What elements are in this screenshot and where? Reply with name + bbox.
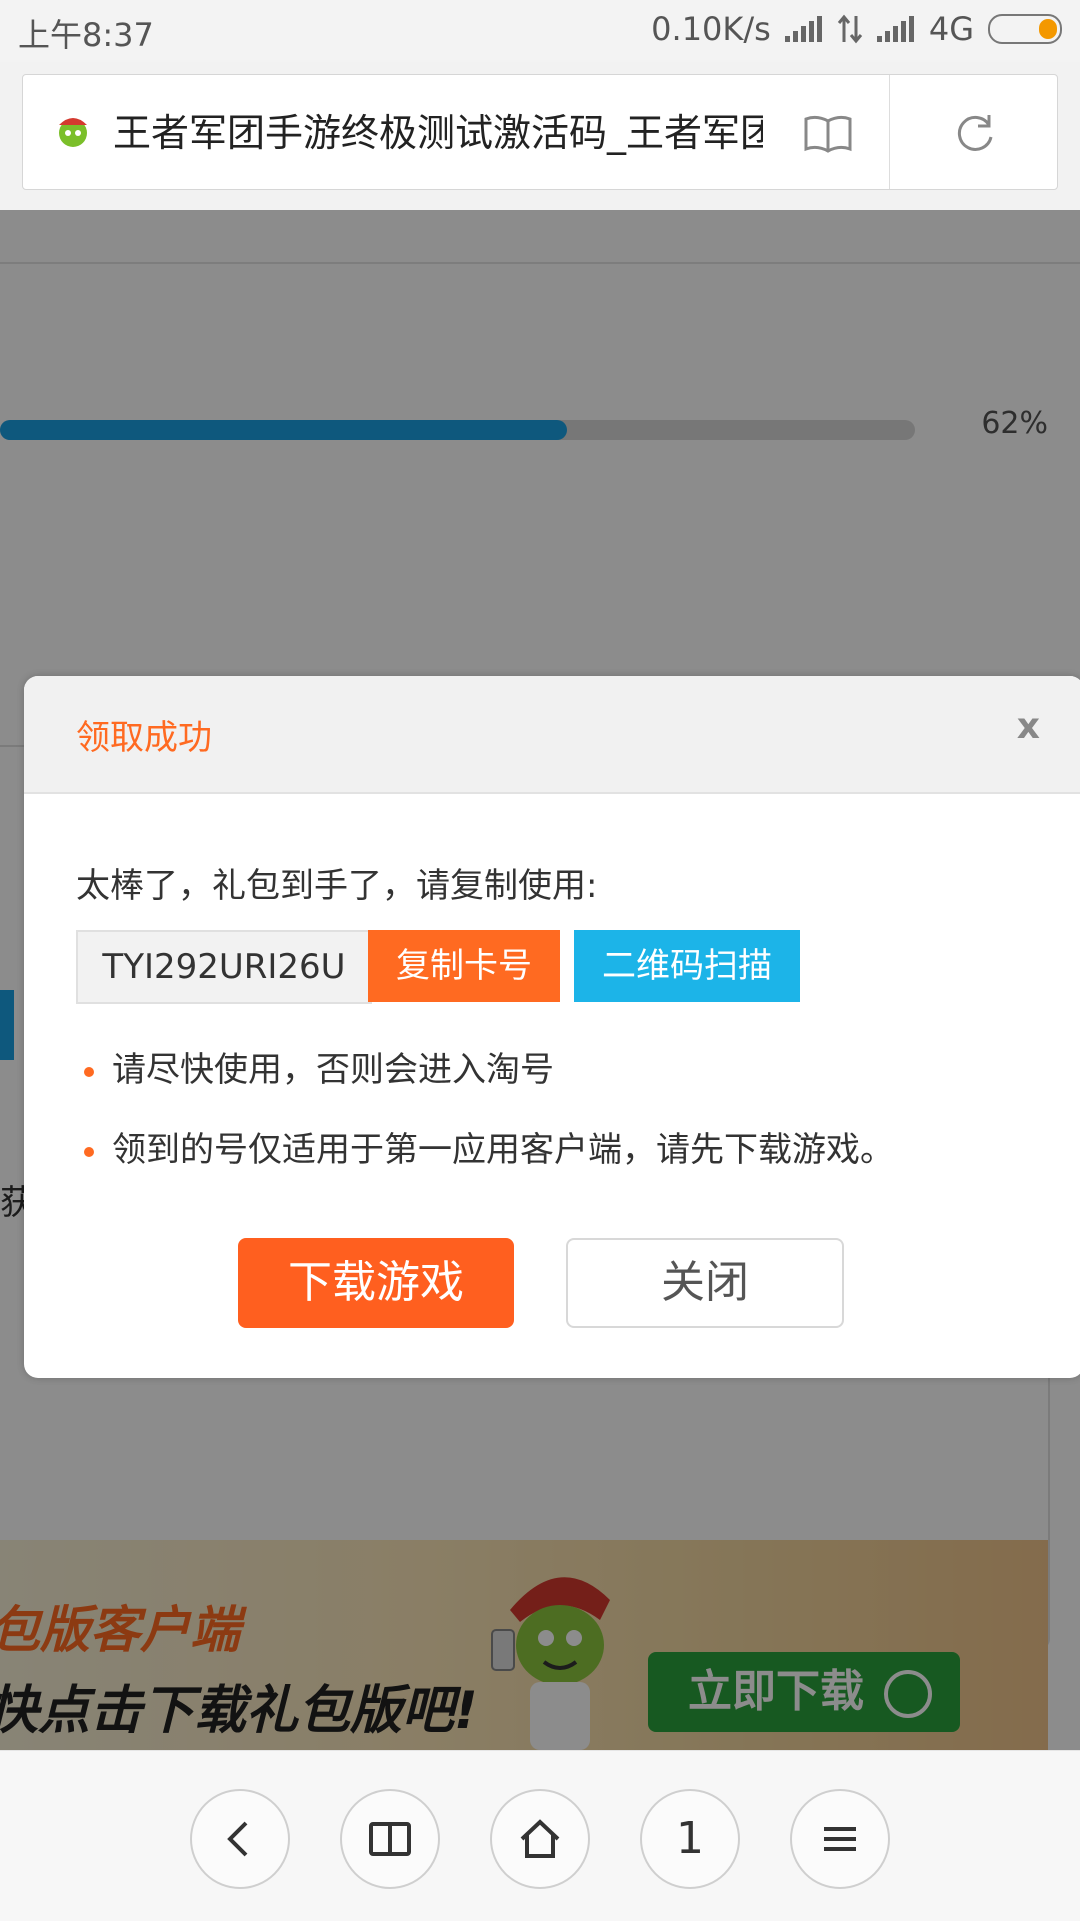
book-icon [369, 1822, 411, 1856]
bookmarks-button[interactable] [340, 1789, 440, 1889]
tabs-button[interactable]: 1 [640, 1789, 740, 1889]
network-type: 4G [928, 10, 974, 48]
net-speed: 0.10K/s [651, 10, 771, 48]
download-game-button[interactable]: 下载游戏 [238, 1238, 514, 1328]
site-favicon-icon [59, 118, 87, 147]
signal-icon-2 [876, 16, 915, 42]
copy-code-button[interactable]: 复制卡号 [368, 930, 560, 1002]
note-text: 领到的号仅适用于第一应用客户端，请先下载游戏。 [112, 1130, 894, 1170]
battery-icon [988, 14, 1062, 44]
dialog-header: 领取成功 x [24, 676, 1080, 794]
bullet-icon [84, 1146, 94, 1157]
dialog-close-button[interactable]: x [1017, 706, 1040, 747]
dialog-title: 领取成功 [76, 718, 212, 758]
data-transfer-icon [837, 14, 862, 44]
menu-button[interactable] [790, 1789, 890, 1889]
bullet-icon [84, 1066, 94, 1077]
status-bar: 上午8:37 0.10K/s 4G [0, 0, 1080, 62]
back-button[interactable] [190, 1789, 290, 1889]
note-item: 领到的号仅适用于第一应用客户端，请先下载游戏。 [84, 1122, 894, 1171]
page-title[interactable]: 王者军团手游终极测试激活码_王者军团手游 [113, 105, 763, 161]
gift-code-field[interactable]: TYI292URI26U [76, 930, 372, 1004]
home-icon [520, 1819, 560, 1858]
close-dialog-button[interactable]: 关闭 [566, 1238, 844, 1328]
signal-icon [784, 16, 823, 42]
home-button[interactable] [490, 1789, 590, 1889]
note-text: 请尽快使用，否则会进入淘号 [112, 1050, 554, 1090]
hamburger-menu-icon [824, 1827, 856, 1851]
qr-scan-button[interactable]: 二维码扫描 [574, 930, 800, 1002]
reload-icon[interactable] [953, 111, 997, 155]
reader-mode-icon[interactable] [803, 113, 853, 153]
chevron-left-icon [227, 1821, 248, 1857]
address-bar[interactable]: 王者军团手游终极测试激活码_王者军团手游 [22, 74, 1058, 190]
dialog-message: 太棒了，礼包到手了，请复制使用: [76, 866, 598, 906]
browser-bottom-nav: 1 [0, 1750, 1080, 1921]
note-item: 请尽快使用，否则会进入淘号 [84, 1042, 554, 1091]
status-time: 上午8:37 [18, 16, 154, 54]
status-indicators: 0.10K/s 4G [651, 10, 1062, 48]
success-dialog: 领取成功 x 太棒了，礼包到手了，请复制使用: TYI292URI26U 复制卡… [24, 676, 1080, 1378]
address-divider [889, 75, 890, 189]
tab-count: 1 [676, 1813, 704, 1864]
